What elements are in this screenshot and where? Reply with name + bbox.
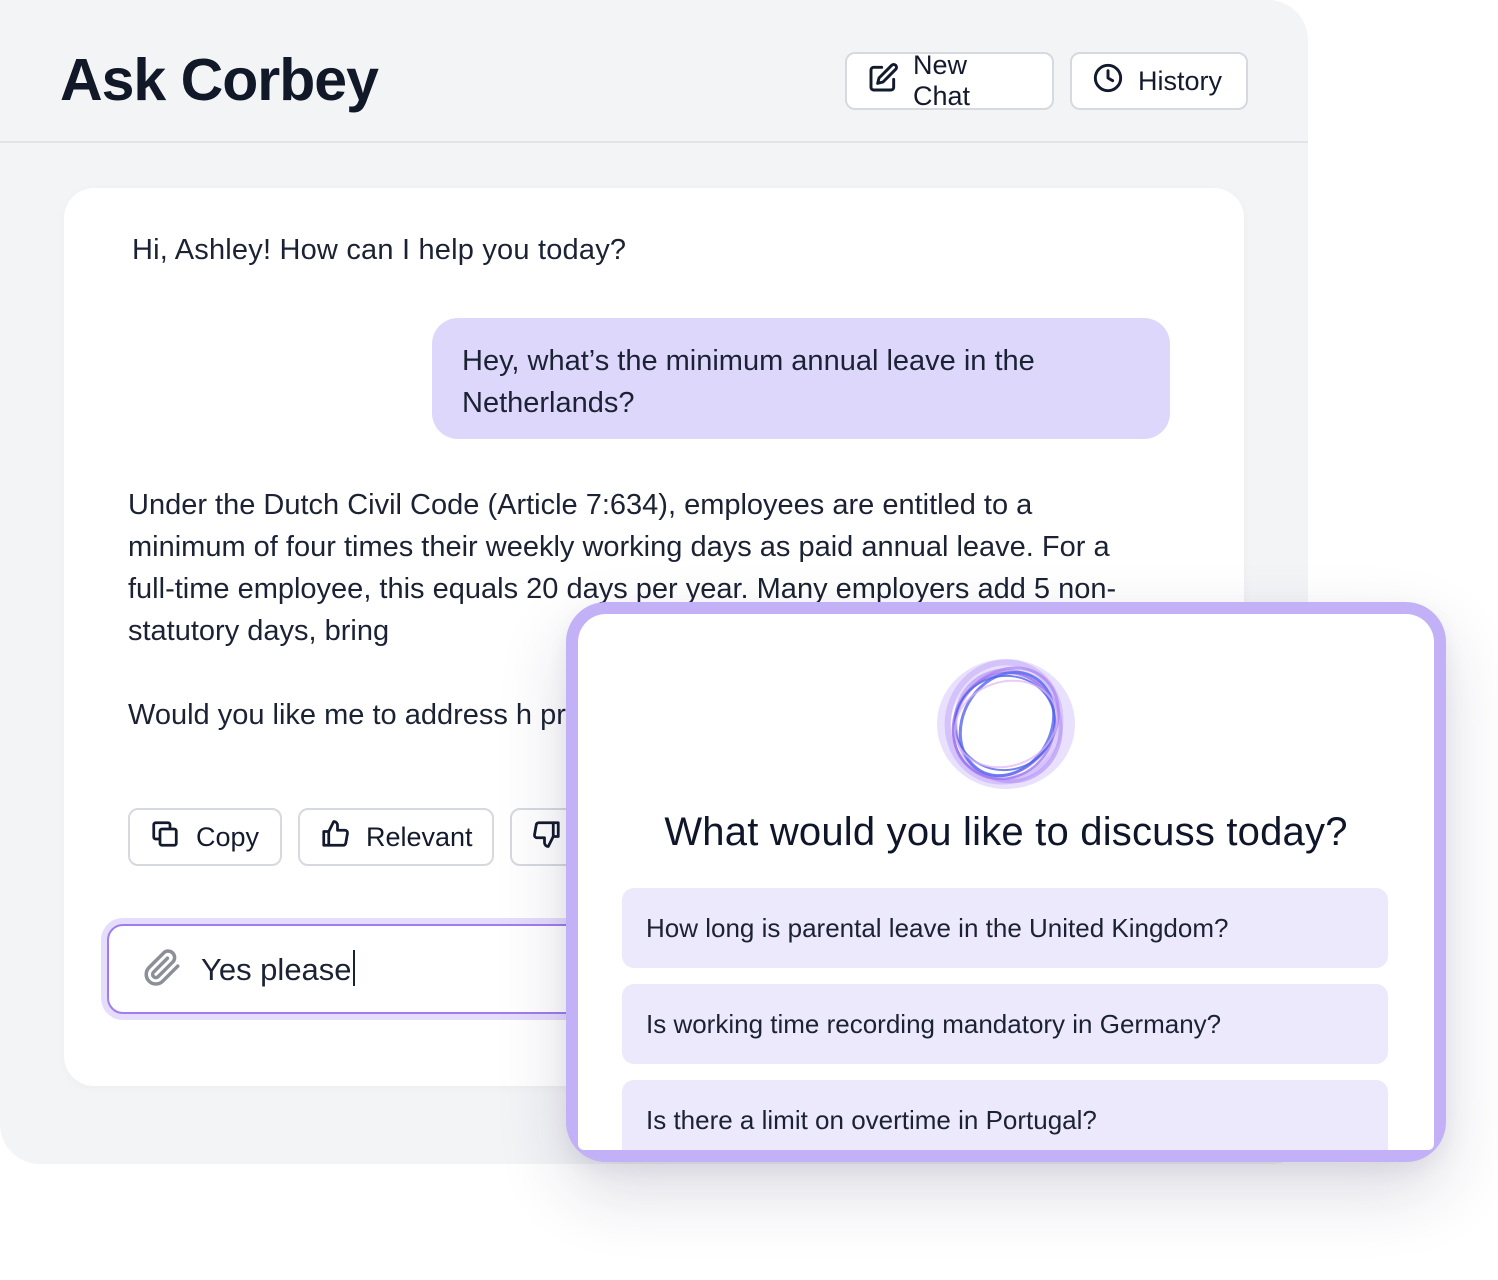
- new-chat-label: New Chat: [913, 50, 971, 111]
- suggestion-item[interactable]: Is working time recording mandatory in G…: [622, 984, 1388, 1064]
- paperclip-icon[interactable]: [141, 946, 183, 993]
- thumbs-down-icon: [532, 819, 562, 856]
- thumbs-up-icon: [320, 819, 350, 856]
- message-input-value: Yes please: [201, 950, 355, 988]
- suggestions-panel: What would you like to discuss today? Ho…: [578, 614, 1434, 1150]
- suggestion-item[interactable]: How long is parental leave in the United…: [622, 888, 1388, 968]
- text-caret: [352, 950, 355, 986]
- clock-icon: [1092, 62, 1124, 101]
- copy-button[interactable]: Copy: [128, 808, 282, 866]
- copy-label: Copy: [196, 821, 260, 852]
- new-chat-button[interactable]: New Chat: [845, 50, 1054, 111]
- history-label: History: [1138, 65, 1223, 96]
- copy-icon: [150, 819, 180, 856]
- suggestion-item[interactable]: Is there a limit on overtime in Portugal…: [622, 1080, 1388, 1150]
- page-title: Ask Corbey: [60, 47, 379, 113]
- header: Ask Corbey New Chat History: [0, 0, 1308, 143]
- user-message: Hey, what’s the minimum annual leave in …: [432, 318, 1170, 439]
- popup-title: What would you like to discuss today?: [664, 810, 1348, 854]
- relevant-label: Relevant: [366, 821, 473, 852]
- relevant-button[interactable]: Relevant: [298, 808, 494, 866]
- suggestions-popup: What would you like to discuss today? Ho…: [566, 602, 1446, 1162]
- assistant-greeting: Hi, Ashley! How can I help you today?: [132, 234, 627, 266]
- history-button[interactable]: History: [1070, 52, 1248, 110]
- edit-icon: [867, 62, 899, 101]
- corbey-logo: [934, 656, 1078, 796]
